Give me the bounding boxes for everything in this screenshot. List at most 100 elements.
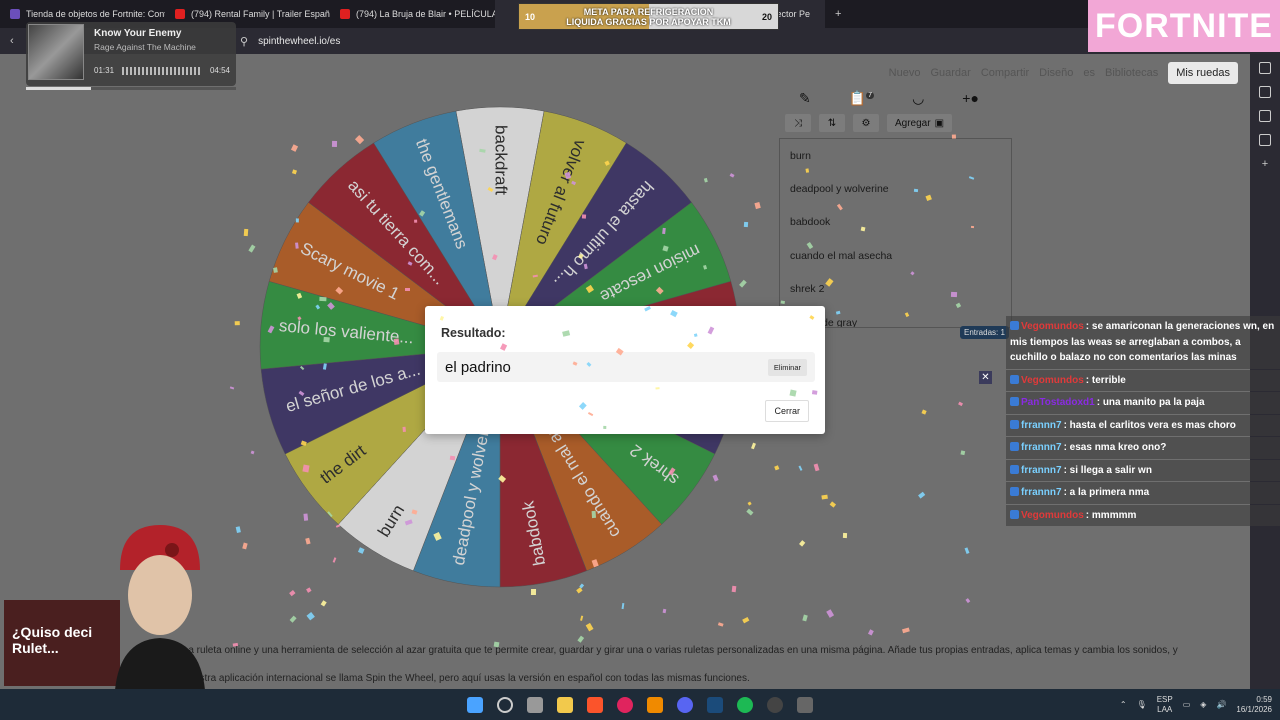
my-wheels-button[interactable]: Mis ruedas	[1168, 62, 1238, 84]
chat-username: Vegomundos	[1021, 509, 1084, 521]
tab-title: Tienda de objetos de Fortnite: Conte	[26, 9, 165, 19]
entry-item[interactable]: deadpool y wolverine	[780, 172, 1011, 205]
confetti-piece	[798, 465, 803, 471]
tab-title: (794) Rental Family | Trailer Español S	[191, 9, 330, 19]
browser-tab[interactable]: (794) La Bruja de Blair • PELÍCULA DE	[330, 0, 495, 28]
obs-icon[interactable]	[767, 696, 783, 713]
confetti-piece	[235, 526, 242, 534]
entries-list[interactable]: burn deadpool y wolverine babdook cuando…	[779, 138, 1012, 328]
file-explorer-icon[interactable]	[557, 696, 573, 713]
nav-language[interactable]: es	[1083, 67, 1095, 79]
tank-top	[115, 638, 205, 690]
clipboard-icon[interactable]: 📋 7	[849, 90, 875, 107]
badge-icon	[1010, 419, 1019, 429]
result-row: el padrino Eliminar	[437, 352, 815, 382]
goal-text-line: META PARA REFRIGERACION	[583, 7, 714, 17]
confetti-piece	[747, 501, 752, 506]
chat-text: : terrible	[1085, 374, 1126, 386]
editor-tabs: ✎ 📋 7 ◡ +●	[779, 84, 1014, 112]
nav-share[interactable]: Compartir	[981, 67, 1029, 79]
add-image-button[interactable]: Agregar ▣	[887, 114, 953, 132]
nav-save[interactable]: Guardar	[930, 67, 970, 79]
close-button[interactable]: Cerrar	[765, 400, 809, 422]
entry-item[interactable]: shrek 2	[780, 273, 1011, 306]
network-icon[interactable]: ◈	[1200, 700, 1206, 709]
results-count-badge: 7	[866, 91, 875, 99]
nav-libraries[interactable]: Bibliotecas	[1105, 67, 1158, 79]
volume-icon[interactable]: 🔊	[1216, 700, 1226, 709]
chat-username: frrannn7	[1021, 419, 1062, 431]
confetti-piece	[229, 386, 235, 390]
start-icon[interactable]	[467, 696, 483, 713]
nav-new[interactable]: Nuevo	[889, 67, 921, 79]
chat-message: Vegomundos: se amariconan la generacione…	[1006, 316, 1280, 369]
beanie-logo	[165, 543, 179, 557]
close-icon[interactable]: ✕	[979, 371, 992, 384]
remove-button[interactable]: Eliminar	[767, 358, 807, 376]
clock[interactable]: 0:59 16/1/2026	[1236, 695, 1272, 715]
spotify-icon[interactable]	[737, 696, 753, 713]
chevron-up-icon[interactable]: ⌃	[1120, 700, 1127, 709]
brave-browser-icon[interactable]	[587, 696, 603, 713]
song-artist: Rage Against The Machine	[94, 42, 196, 52]
confetti-piece	[802, 614, 809, 622]
description-line: ...a ruleta online y una herramienta de …	[180, 645, 1178, 670]
youtube-icon	[340, 9, 350, 19]
confetti-piece	[742, 617, 750, 624]
sidebar-wallet-icon[interactable]	[1259, 86, 1271, 98]
confetti-piece	[242, 542, 248, 549]
confetti-piece	[821, 494, 828, 500]
confetti-piece	[829, 501, 836, 508]
new-tab-icon[interactable]: +	[835, 8, 841, 20]
system-tray: ⌃ 🎙 ESP LAA ▭ ◈ 🔊 0:59 16/1/2026	[1120, 689, 1272, 720]
url-text[interactable]: spinthewheel.io/es	[258, 36, 340, 47]
steam-icon[interactable]	[707, 696, 723, 713]
microphone-icon[interactable]: 🎙	[1137, 700, 1147, 709]
site-info-icon[interactable]: ⚲	[240, 35, 248, 48]
settings-gear-icon[interactable]: ⚙	[853, 114, 879, 132]
result-title: Resultado:	[441, 326, 506, 340]
result-value: el padrino	[445, 358, 511, 376]
chat-username: frrannn7	[1021, 442, 1062, 453]
progress-bar	[26, 87, 236, 90]
edit-pencil-icon[interactable]: ✎	[799, 90, 811, 107]
sort-icon[interactable]: ⇅	[819, 114, 845, 132]
confetti-piece	[960, 450, 966, 455]
sidebar-panel-icon[interactable]	[1259, 62, 1271, 74]
chat-message: frrannn7: a la primera nma	[1006, 482, 1280, 504]
back-icon[interactable]: ‹	[10, 35, 14, 47]
editor-toolbar: ⤨ ⇅ ⚙ Agregar ▣	[779, 112, 1014, 134]
chat-username: frrannn7	[1021, 464, 1062, 476]
confetti-piece	[843, 533, 847, 538]
discord-icon[interactable]	[677, 696, 693, 713]
vlc-icon[interactable]	[647, 696, 663, 713]
top-nav: Nuevo Guardar Compartir Diseño es Biblio…	[889, 62, 1238, 84]
display-icon[interactable]: ▭	[1183, 700, 1191, 709]
search-icon[interactable]	[497, 696, 513, 713]
nav-design[interactable]: Diseño	[1039, 67, 1073, 79]
entry-item[interactable]: burn	[780, 139, 1011, 172]
confetti-piece	[662, 608, 667, 613]
close-tab-icon[interactable]: ✕	[824, 9, 825, 20]
entry-item[interactable]: cuando el mal asecha	[780, 239, 1011, 272]
chat-message: Vegomundos: mmmmm	[1006, 504, 1280, 526]
language-indicator[interactable]: ESP LAA	[1157, 695, 1173, 715]
entries-count-badge: Entradas: 1	[960, 326, 1009, 339]
sidebar-add-icon[interactable]: +	[1262, 158, 1268, 170]
sidebar-reading-icon[interactable]	[1259, 110, 1271, 122]
hide-icon[interactable]: ◡	[912, 90, 924, 107]
confetti-piece	[320, 600, 328, 608]
confetti-piece	[755, 202, 762, 209]
app-icon[interactable]	[797, 696, 813, 713]
shuffle-icon[interactable]: ⤨	[785, 114, 811, 132]
add-color-icon[interactable]: +●	[962, 90, 979, 106]
confetti-piece	[965, 597, 970, 603]
badge-icon	[1010, 487, 1019, 496]
entry-item[interactable]: babdook	[780, 206, 1011, 239]
task-view-icon[interactable]	[527, 696, 543, 713]
sidebar-bookmarks-icon[interactable]	[1259, 134, 1271, 146]
confetti-piece	[235, 321, 241, 326]
media-player-icon[interactable]	[617, 696, 633, 713]
result-dialog: Resultado: el padrino Eliminar Cerrar	[425, 306, 825, 434]
music-widget: Know Your Enemy Rage Against The Machine…	[26, 22, 236, 90]
